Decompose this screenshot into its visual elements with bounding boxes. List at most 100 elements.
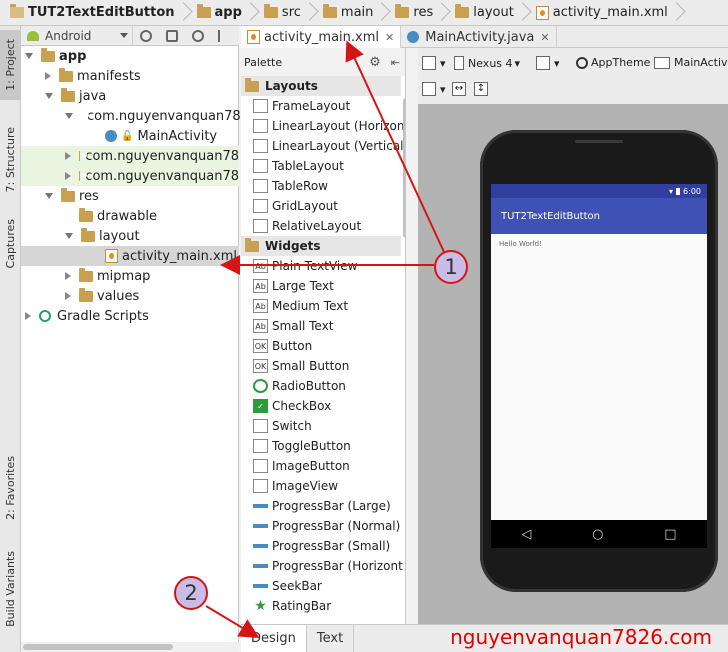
palette-item-imagebutton[interactable]: ImageButton xyxy=(241,456,401,476)
widget-icon xyxy=(253,419,268,433)
breadcrumb-src[interactable]: src xyxy=(260,0,319,26)
collapse-icon xyxy=(65,152,71,160)
palette-item-seekbar[interactable]: SeekBar xyxy=(241,576,401,596)
theme-select[interactable]: AppTheme xyxy=(576,56,650,69)
palette-item-progressbar-normal[interactable]: ProgressBar (Normal) xyxy=(241,516,401,536)
activity-select[interactable]: MainActivity xyxy=(654,56,728,69)
close-icon[interactable]: ✕ xyxy=(540,31,549,44)
folder-icon xyxy=(455,4,470,18)
breadcrumb-file[interactable]: activity_main.xml xyxy=(532,0,686,26)
tree-item-app[interactable]: app xyxy=(21,46,239,66)
palette-item-linearlayout-horizon[interactable]: LinearLayout (Horizon xyxy=(241,116,404,136)
tool-tab-favorites[interactable]: 2: Favorites xyxy=(0,448,21,528)
xml-file-icon xyxy=(247,30,260,44)
hide-panel-icon[interactable] xyxy=(218,29,230,42)
palette-item-progressbar-large[interactable]: ProgressBar (Large) xyxy=(241,496,401,516)
palette-item-small-button[interactable]: OK Small Button xyxy=(241,356,401,376)
tool-tab-structure[interactable]: 7: Structure xyxy=(0,116,21,204)
expand-vertical-button[interactable]: ↕ xyxy=(474,82,492,96)
collapse-all-icon[interactable] xyxy=(166,29,178,42)
zoom-fit-button[interactable]: ▾ xyxy=(422,82,446,96)
folder-icon xyxy=(245,237,259,252)
zoom-fit-icon xyxy=(422,82,436,96)
tree-item-java[interactable]: java xyxy=(21,86,239,106)
palette-category-widgets[interactable]: Widgets xyxy=(241,236,401,256)
hide-panel-icon[interactable]: ⇤ xyxy=(391,56,400,69)
folder-icon xyxy=(59,67,73,82)
tree-item-activity-main[interactable]: activity_main.xml xyxy=(21,246,239,266)
chevron-down-icon: ▾ xyxy=(440,82,446,96)
expand-icon xyxy=(45,193,53,199)
gear-icon[interactable]: ⚙ xyxy=(369,55,381,70)
folder-icon xyxy=(79,287,93,302)
breadcrumb-main[interactable]: main xyxy=(319,0,391,26)
breadcrumb-app[interactable]: app xyxy=(193,0,260,26)
palette-item-linearlayout-vertical[interactable]: LinearLayout (Vertical xyxy=(241,136,404,156)
wifi-icon: ▾ xyxy=(669,186,674,196)
breadcrumb-project[interactable]: TUT2TextEditButton xyxy=(6,0,193,26)
project-horizontal-scrollbar[interactable] xyxy=(21,642,239,652)
device-speaker xyxy=(575,140,623,143)
tree-item-package-test[interactable]: com.nguyenvanquan78 xyxy=(21,146,239,166)
palette-item-plain-textview[interactable]: Ab Plain TextView xyxy=(241,256,401,276)
rotate-icon xyxy=(536,56,550,70)
theme-icon xyxy=(576,56,588,69)
expand-icon xyxy=(65,113,73,119)
tab-design[interactable]: Design xyxy=(241,625,307,652)
tab-activity-main[interactable]: activity_main.xml ✕ xyxy=(241,26,402,48)
close-icon[interactable]: ✕ xyxy=(385,31,394,44)
tab-mainactivity-java[interactable]: MainActivity.java ✕ xyxy=(401,26,557,48)
palette-item-gridlayout[interactable]: GridLayout xyxy=(241,196,401,216)
breadcrumb-layout[interactable]: layout xyxy=(451,0,532,26)
palette-item-switch[interactable]: Switch xyxy=(241,416,401,436)
gear-icon[interactable] xyxy=(192,29,204,42)
orientation-button[interactable]: ▾ xyxy=(536,56,560,70)
chevron-down-icon: ▾ xyxy=(514,56,521,70)
palette-item-checkbox[interactable]: ✓ CheckBox xyxy=(241,396,401,416)
palette-item-ratingbar[interactable]: ★ RatingBar xyxy=(241,596,401,616)
collapse-icon xyxy=(65,172,71,180)
palette-item-framelayout[interactable]: FrameLayout xyxy=(241,96,401,116)
sync-scroll-icon[interactable] xyxy=(140,29,152,42)
tree-item-values[interactable]: values xyxy=(21,286,239,306)
palette-item-small-text[interactable]: Ab Small Text xyxy=(241,316,401,336)
annotation-badge-1: 1 xyxy=(434,250,468,284)
palette-item-large-text[interactable]: Ab Large Text xyxy=(241,276,401,296)
palette-item-progressbar-horizont[interactable]: ProgressBar (Horizont xyxy=(241,556,403,576)
tree-item-package-androidtest[interactable]: com.nguyenvanquan78 xyxy=(21,166,239,186)
project-view-select[interactable]: Android xyxy=(21,25,133,46)
expand-horizontal-button[interactable]: ↔ xyxy=(452,82,470,96)
widget-icon xyxy=(253,504,268,508)
widget-icon: Ab xyxy=(253,319,268,333)
palette-item-progressbar-small[interactable]: ProgressBar (Small) xyxy=(241,536,401,556)
palette-item-tablelayout[interactable]: TableLayout xyxy=(241,156,401,176)
palette-scrollbar[interactable] xyxy=(403,98,405,238)
tree-item-package[interactable]: com.nguyenvanquan78 xyxy=(21,106,241,126)
palette-item-radiobutton[interactable]: RadioButton xyxy=(241,376,401,396)
palette-item-togglebutton[interactable]: ToggleButton xyxy=(241,436,401,456)
hello-textview[interactable]: Hello World! xyxy=(499,240,542,248)
palette-item-tablerow[interactable]: TableRow xyxy=(241,176,401,196)
chevron-down-icon: ▾ xyxy=(554,56,560,70)
palette-item-imageview[interactable]: ImageView xyxy=(241,476,401,496)
tool-tab-captures[interactable]: Captures xyxy=(0,212,21,276)
palette-item-relativelayout[interactable]: RelativeLayout xyxy=(241,216,401,236)
tool-tab-project[interactable]: 1: Project xyxy=(0,30,21,100)
device-screen[interactable] xyxy=(491,184,707,548)
device-select[interactable]: Nexus 4 ▾ xyxy=(454,56,520,70)
tree-item-drawable[interactable]: drawable xyxy=(21,206,239,226)
tab-text[interactable]: Text xyxy=(307,625,355,652)
palette-category-layouts[interactable]: Layouts xyxy=(241,76,401,96)
breadcrumb-res[interactable]: res xyxy=(391,0,451,26)
tree-item-res[interactable]: res xyxy=(21,186,239,206)
tree-item-layout[interactable]: layout xyxy=(21,226,239,246)
tree-item-mipmap[interactable]: mipmap xyxy=(21,266,239,286)
palette-item-button[interactable]: OK Button xyxy=(241,336,401,356)
tree-item-manifests[interactable]: manifests xyxy=(21,66,239,86)
tree-item-gradle-scripts[interactable]: Gradle Scripts xyxy=(21,306,239,326)
palette-item-medium-text[interactable]: Ab Medium Text xyxy=(241,296,401,316)
folder-icon xyxy=(79,267,93,282)
tree-item-mainactivity[interactable]: 🔓 MainActivity xyxy=(21,126,239,146)
layout-variant-button[interactable]: ▾ xyxy=(422,56,446,70)
tool-tab-build-variants[interactable]: Build Variants xyxy=(0,546,21,632)
